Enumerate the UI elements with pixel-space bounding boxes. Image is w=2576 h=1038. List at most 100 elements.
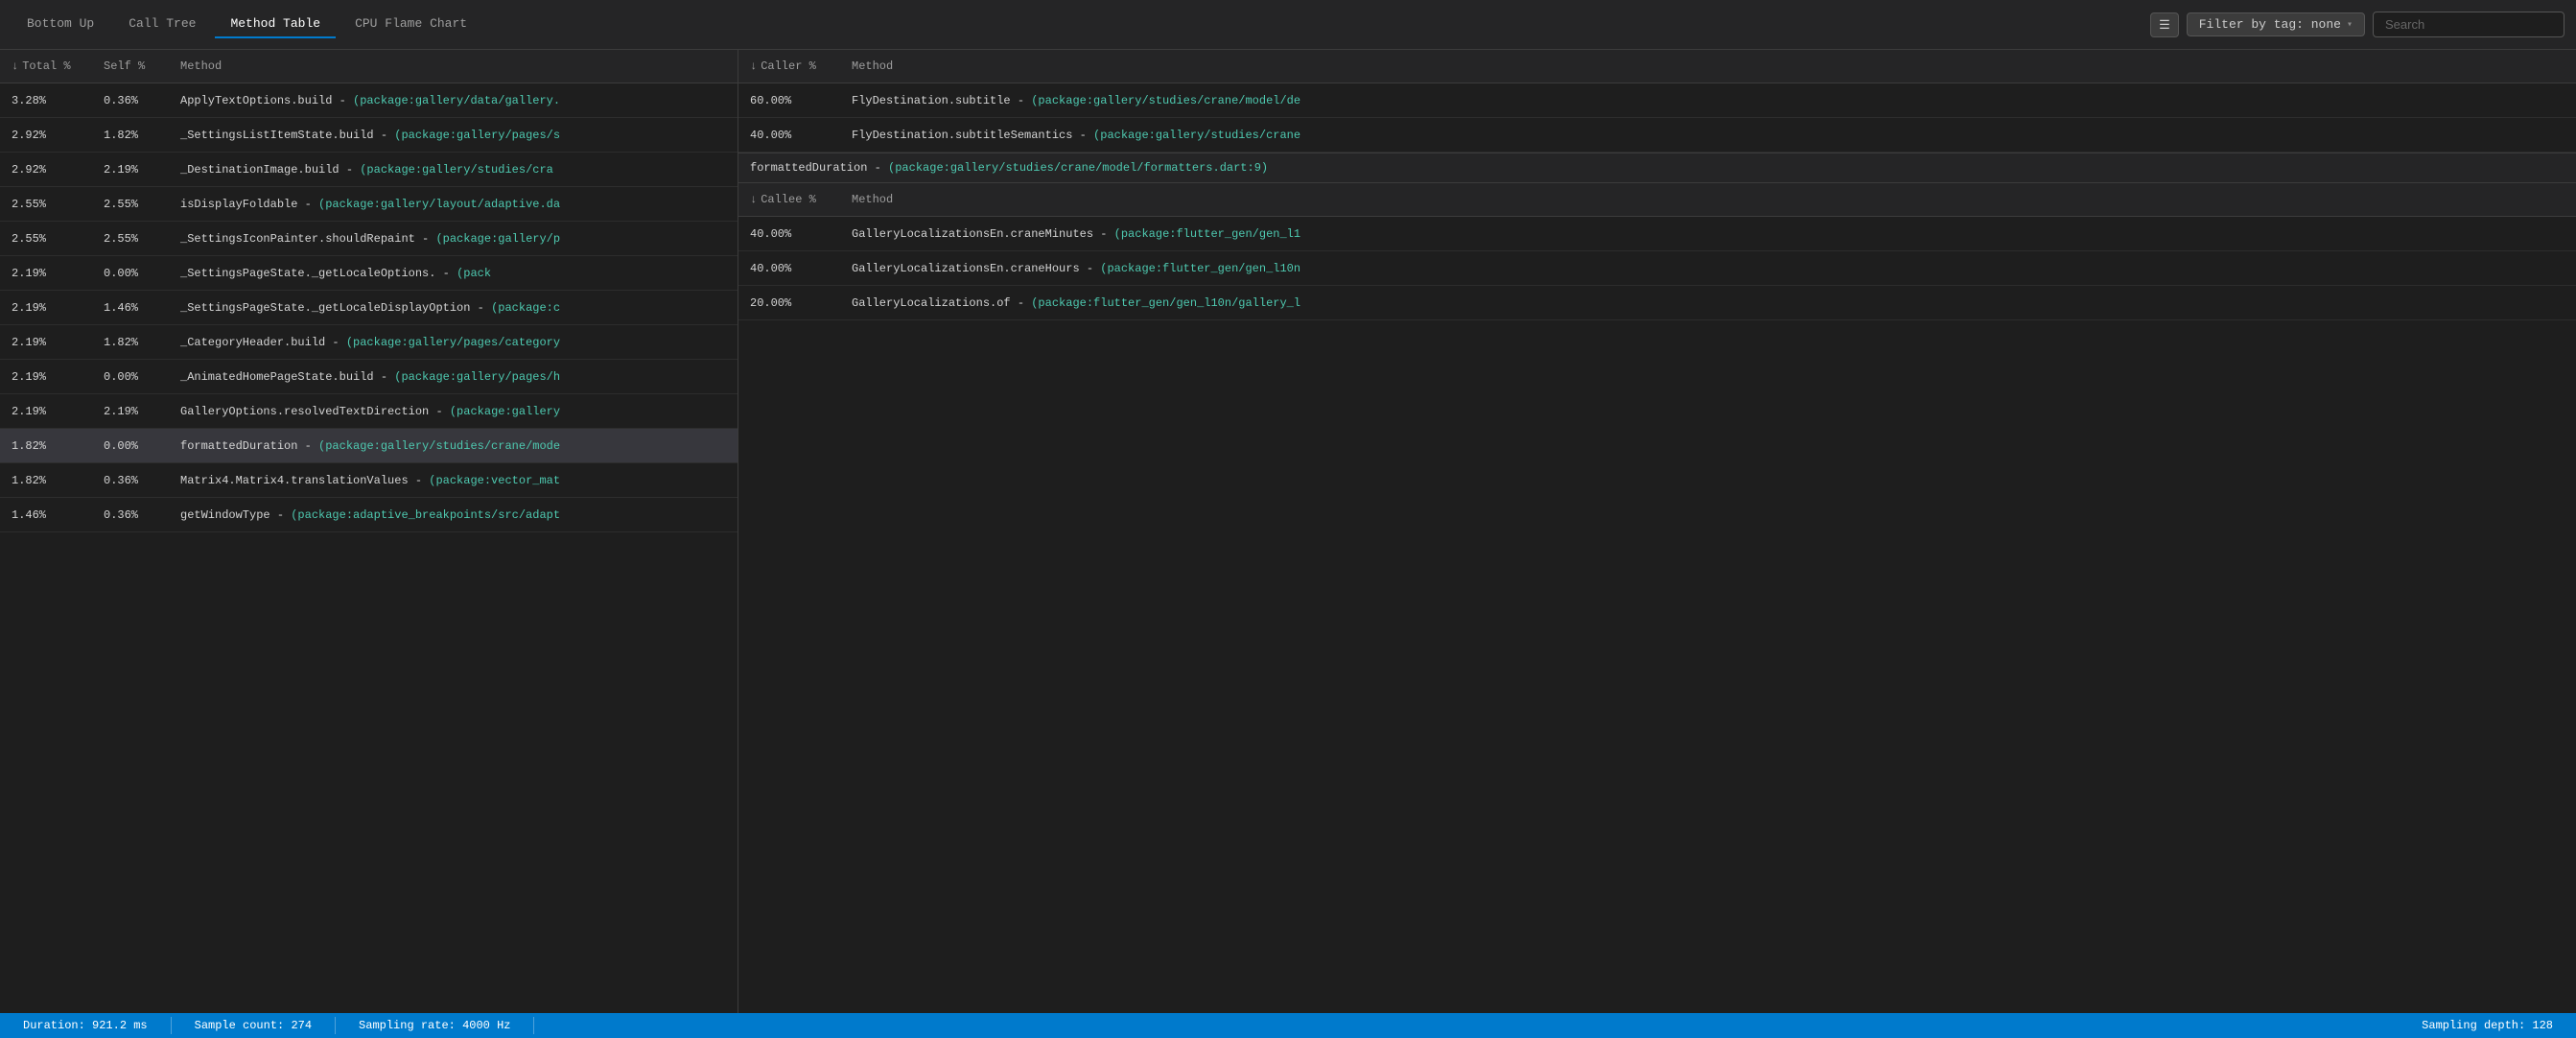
left-panel: ↓ Total % Self % Method 3.28% 0.36% Appl… <box>0 50 738 1013</box>
method-link[interactable]: (package:vector_mat <box>429 474 560 487</box>
table-row[interactable]: 20.00% GalleryLocalizations.of - (packag… <box>738 286 2576 320</box>
filter-icon: ☰ <box>2159 17 2170 33</box>
cell-self: 2.19% <box>96 157 173 182</box>
method-link[interactable]: (package:gallery/pages/h <box>394 370 560 384</box>
cell-self: 2.55% <box>96 226 173 251</box>
tab-bottom-up[interactable]: Bottom Up <box>12 11 109 38</box>
method-link[interactable]: (package:adaptive_breakpoints/src/adapt <box>291 508 560 522</box>
cell-callee-method: GalleryLocalizationsEn.craneMinutes - (p… <box>844 222 2576 247</box>
table-row[interactable]: 1.46% 0.36% getWindowType - (package:ada… <box>0 498 738 532</box>
cell-total: 2.55% <box>0 226 96 251</box>
method-link[interactable]: (package:gallery/p <box>435 232 560 246</box>
cell-caller-percent: 40.00% <box>738 123 844 148</box>
cell-self: 0.36% <box>96 88 173 113</box>
tab-call-tree[interactable]: Call Tree <box>113 11 211 38</box>
cell-total: 3.28% <box>0 88 96 113</box>
method-link[interactable]: (package:gallery/pages/s <box>394 129 560 142</box>
sort-arrow-icon-callee: ↓ <box>750 193 757 206</box>
cell-method: _AnimatedHomePageState.build - (package:… <box>173 365 738 389</box>
col-callee-method-header: Method <box>844 189 2576 210</box>
left-table-header: ↓ Total % Self % Method <box>0 50 738 83</box>
method-link[interactable]: (package:gallery/pages/category <box>346 336 560 349</box>
main-content: ↓ Total % Self % Method 3.28% 0.36% Appl… <box>0 50 2576 1013</box>
cell-total: 2.19% <box>0 399 96 424</box>
table-row[interactable]: 2.19% 0.00% _SettingsPageState._getLocal… <box>0 256 738 291</box>
cell-callee-percent: 20.00% <box>738 291 844 316</box>
table-row[interactable]: 60.00% FlyDestination.subtitle - (packag… <box>738 83 2576 118</box>
table-row[interactable]: 40.00% GalleryLocalizationsEn.craneMinut… <box>738 217 2576 251</box>
method-link[interactable]: (package:gallery/layout/adaptive.da <box>318 198 560 211</box>
cell-self: 1.82% <box>96 123 173 148</box>
filter-tag-dropdown[interactable]: Filter by tag: none ▾ <box>2187 12 2365 36</box>
table-row[interactable]: 3.28% 0.36% ApplyTextOptions.build - (pa… <box>0 83 738 118</box>
col-method-header: Method <box>173 56 738 77</box>
cell-total: 2.92% <box>0 157 96 182</box>
sort-arrow-icon-caller: ↓ <box>750 59 757 73</box>
cell-caller-method: FlyDestination.subtitle - (package:galle… <box>844 88 2576 113</box>
cell-caller-percent: 60.00% <box>738 88 844 113</box>
callee-method-link[interactable]: (package:flutter_gen/gen_l10n/gallery_l <box>1031 296 1300 310</box>
table-row[interactable]: 2.92% 2.19% _DestinationImage.build - (p… <box>0 153 738 187</box>
cell-method: _CategoryHeader.build - (package:gallery… <box>173 330 738 355</box>
caller-method-link[interactable]: (package:gallery/studies/crane <box>1093 129 1300 142</box>
cell-total: 2.19% <box>0 330 96 355</box>
method-link[interactable]: (package:c <box>491 301 560 315</box>
selected-method-name: formattedDuration <box>750 161 867 175</box>
table-row[interactable]: 2.55% 2.55% isDisplayFoldable - (package… <box>0 187 738 222</box>
callee-table-body[interactable]: 40.00% GalleryLocalizationsEn.craneMinut… <box>738 217 2576 1013</box>
cell-method: getWindowType - (package:adaptive_breakp… <box>173 503 738 528</box>
table-row[interactable]: 1.82% 0.00% formattedDuration - (package… <box>0 429 738 463</box>
left-table-body[interactable]: 3.28% 0.36% ApplyTextOptions.build - (pa… <box>0 83 738 1013</box>
cell-total: 2.19% <box>0 295 96 320</box>
table-row[interactable]: 1.82% 0.36% Matrix4.Matrix4.translationV… <box>0 463 738 498</box>
filter-tag-label: Filter by tag: none <box>2199 17 2341 32</box>
table-row[interactable]: 2.92% 1.82% _SettingsListItemState.build… <box>0 118 738 153</box>
col-self-header: Self % <box>96 56 173 77</box>
caller-table-header: ↓ Caller % Method <box>738 50 2576 83</box>
status-duration: Duration: 921.2 ms <box>0 1017 172 1034</box>
selected-method-link[interactable]: (package:gallery/studies/crane/model/for… <box>888 161 1268 175</box>
table-row[interactable]: 2.19% 0.00% _AnimatedHomePageState.build… <box>0 360 738 394</box>
table-row[interactable]: 2.19% 2.19% GalleryOptions.resolvedTextD… <box>0 394 738 429</box>
tab-cpu-flame-chart[interactable]: CPU Flame Chart <box>340 11 482 38</box>
filter-icon-button[interactable]: ☰ <box>2150 12 2179 37</box>
table-row[interactable]: 40.00% FlyDestination.subtitleSemantics … <box>738 118 2576 153</box>
status-bar: Duration: 921.2 ms Sample count: 274 Sam… <box>0 1013 2576 1038</box>
right-panel: ↓ Caller % Method 60.00% FlyDestination.… <box>738 50 2576 1013</box>
cell-total: 2.19% <box>0 365 96 389</box>
cell-self: 0.36% <box>96 468 173 493</box>
chevron-down-icon: ▾ <box>2347 19 2353 31</box>
caller-method-link[interactable]: (package:gallery/studies/crane/model/de <box>1031 94 1300 107</box>
cell-self: 0.36% <box>96 503 173 528</box>
selected-method-row: formattedDuration - (package:gallery/stu… <box>738 153 2576 183</box>
cell-caller-method: FlyDestination.subtitleSemantics - (pack… <box>844 123 2576 148</box>
method-link[interactable]: (package:gallery/data/gallery. <box>353 94 560 107</box>
table-row[interactable]: 2.19% 1.46% _SettingsPageState._getLocal… <box>0 291 738 325</box>
method-link[interactable]: (package:gallery/studies/cra <box>360 163 553 177</box>
method-link[interactable]: (package:gallery <box>450 405 560 418</box>
cell-method: _SettingsPageState._getLocaleDisplayOpti… <box>173 295 738 320</box>
callee-method-link[interactable]: (package:flutter_gen/gen_l10n <box>1100 262 1300 275</box>
table-row[interactable]: 2.19% 1.82% _CategoryHeader.build - (pac… <box>0 325 738 360</box>
cell-method: isDisplayFoldable - (package:gallery/lay… <box>173 192 738 217</box>
cell-callee-method: GalleryLocalizationsEn.craneHours - (pac… <box>844 256 2576 281</box>
search-input[interactable] <box>2373 12 2564 37</box>
cell-method: ApplyTextOptions.build - (package:galler… <box>173 88 738 113</box>
cell-total: 2.92% <box>0 123 96 148</box>
status-sampling-rate: Sampling rate: 4000 Hz <box>336 1017 534 1034</box>
cell-self: 1.46% <box>96 295 173 320</box>
cell-self: 0.00% <box>96 434 173 459</box>
table-row[interactable]: 40.00% GalleryLocalizationsEn.craneHours… <box>738 251 2576 286</box>
cell-total: 2.19% <box>0 261 96 286</box>
callee-method-link[interactable]: (package:flutter_gen/gen_l1 <box>1114 227 1300 241</box>
col-callee-header: ↓ Callee % <box>738 189 844 210</box>
col-caller-method-header: Method <box>844 56 2576 77</box>
cell-total: 2.55% <box>0 192 96 217</box>
method-link[interactable]: (package:gallery/studies/crane/mode <box>318 439 560 453</box>
caller-table-body[interactable]: 60.00% FlyDestination.subtitle - (packag… <box>738 83 2576 153</box>
tab-method-table[interactable]: Method Table <box>215 11 336 38</box>
cell-total: 1.82% <box>0 434 96 459</box>
cell-callee-percent: 40.00% <box>738 222 844 247</box>
table-row[interactable]: 2.55% 2.55% _SettingsIconPainter.shouldR… <box>0 222 738 256</box>
method-link[interactable]: (pack <box>457 267 491 280</box>
